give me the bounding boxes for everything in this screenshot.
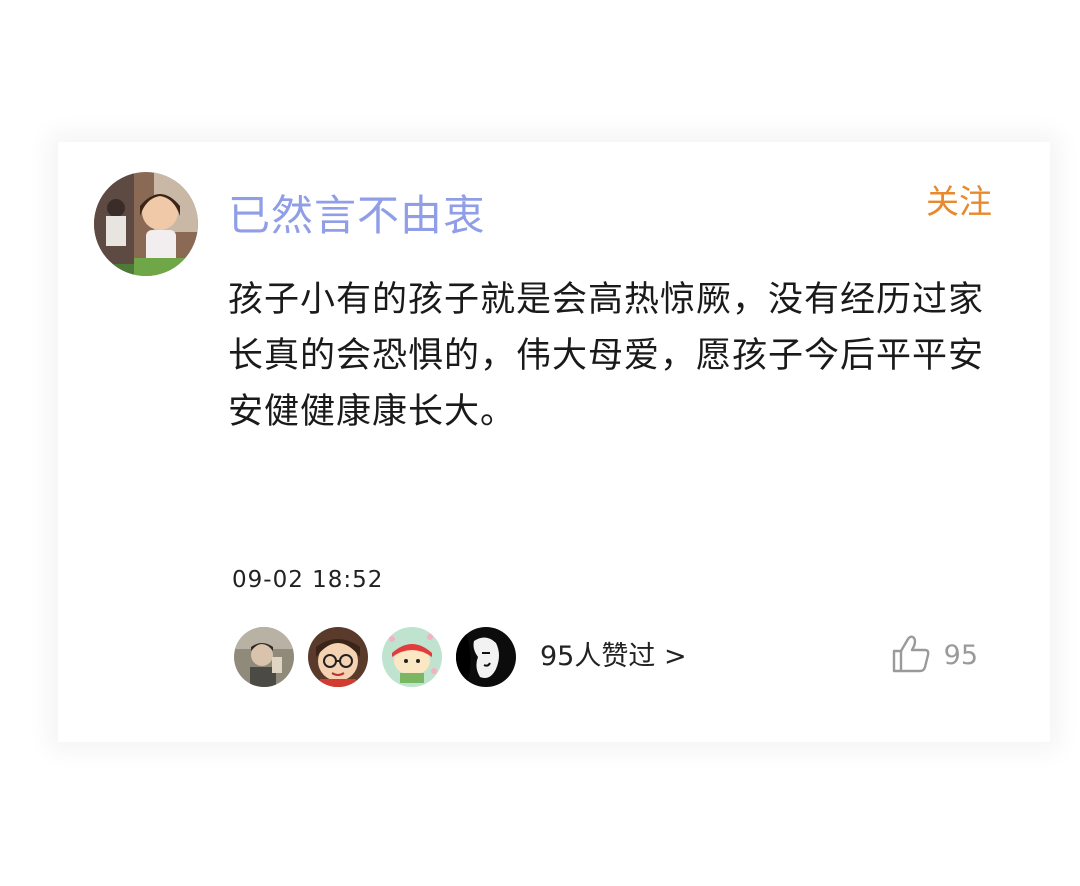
- likers-row[interactable]: 95人赞过 >: [234, 626, 687, 688]
- comment-text: 孩子小有的孩子就是会高热惊厥，没有经历过家长真的会恐惧的，伟大母爱，愿孩子今后平…: [228, 280, 985, 432]
- follow-button[interactable]: 关注: [926, 178, 992, 226]
- like-button[interactable]: 95: [890, 630, 978, 682]
- likes-summary-link[interactable]: 95人赞过 >: [540, 637, 687, 677]
- username[interactable]: 已然言不由衷: [228, 186, 486, 246]
- like-count: 95: [943, 640, 978, 671]
- timestamp: 09-02 18:52: [232, 567, 384, 593]
- user-avatar[interactable]: [94, 172, 198, 276]
- liker-avatar[interactable]: [456, 627, 516, 687]
- liker-avatar[interactable]: [308, 627, 368, 687]
- liker-avatar[interactable]: [234, 627, 294, 687]
- comment-card: 已然言不由衷 关注 孩子小有的孩子就是会高热惊厥，没有经历过家长真的会恐惧的，伟…: [58, 142, 1050, 742]
- liker-avatar[interactable]: [382, 627, 442, 687]
- thumbs-up-icon: [890, 633, 932, 679]
